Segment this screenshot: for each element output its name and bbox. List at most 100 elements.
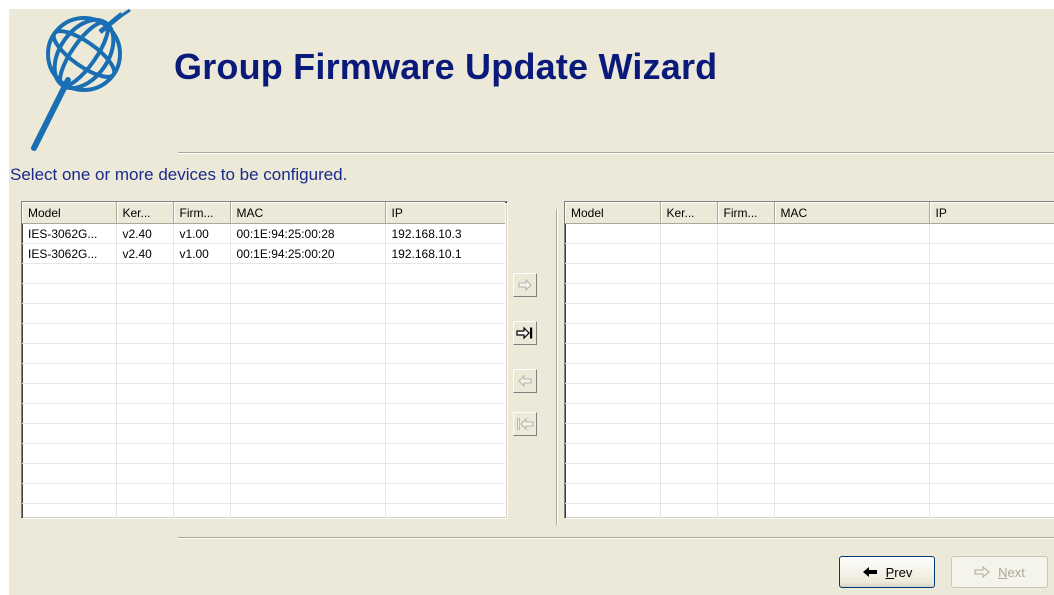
empty-cell <box>385 443 505 464</box>
empty-row <box>22 443 505 464</box>
cell-firmware: v1.00 <box>173 223 231 244</box>
empty-cell <box>774 303 930 324</box>
empty-cell <box>660 243 718 264</box>
empty-cell <box>22 443 117 464</box>
empty-cell <box>565 403 661 424</box>
empty-rows-left <box>22 263 505 518</box>
empty-cell <box>774 323 930 344</box>
empty-cell <box>565 243 661 264</box>
empty-cell <box>230 323 386 344</box>
empty-cell <box>230 503 386 518</box>
empty-cell <box>717 383 775 404</box>
empty-cell <box>230 443 386 464</box>
empty-cell <box>929 403 1054 424</box>
column-header-ip[interactable]: IP <box>385 202 505 224</box>
empty-cell <box>116 343 174 364</box>
arrow-right-icon <box>974 566 990 578</box>
empty-cell <box>660 303 718 324</box>
empty-row <box>22 463 505 484</box>
empty-row <box>565 323 1054 344</box>
empty-cell <box>565 423 661 444</box>
arrow-left-icon <box>518 374 532 388</box>
empty-cell <box>774 263 930 284</box>
empty-cell <box>929 423 1054 444</box>
empty-cell <box>929 263 1054 284</box>
empty-cell <box>173 403 231 424</box>
empty-cell <box>173 423 231 444</box>
empty-cell <box>22 423 117 444</box>
empty-cell <box>385 403 505 424</box>
empty-cell <box>22 363 117 384</box>
add-selected-button[interactable] <box>513 273 537 297</box>
empty-cell <box>774 223 930 244</box>
arrow-left-icon <box>862 567 877 577</box>
empty-cell <box>717 243 775 264</box>
available-devices-table: Model Ker... Firm... MAC IP IES-3062G...… <box>22 202 505 518</box>
empty-row <box>565 503 1054 518</box>
prev-button-label: Prev <box>885 564 913 580</box>
next-button[interactable]: Next <box>951 556 1048 588</box>
remove-selected-button[interactable] <box>513 369 537 393</box>
empty-cell <box>385 463 505 484</box>
arrow-right-icon <box>518 278 532 292</box>
empty-cell <box>717 423 775 444</box>
cell-kernel: v2.40 <box>116 243 174 264</box>
empty-row <box>565 223 1054 244</box>
column-header-firmware[interactable]: Firm... <box>717 202 775 224</box>
empty-cell <box>116 303 174 324</box>
empty-row <box>565 383 1054 404</box>
empty-cell <box>717 343 775 364</box>
empty-cell <box>173 323 231 344</box>
empty-cell <box>22 463 117 484</box>
empty-cell <box>717 463 775 484</box>
empty-cell <box>565 343 661 364</box>
cell-mac: 00:1E:94:25:00:20 <box>230 243 386 264</box>
empty-cell <box>230 303 386 324</box>
add-all-button[interactable] <box>513 321 537 345</box>
column-header-model[interactable]: Model <box>22 202 117 224</box>
empty-cell <box>22 483 117 504</box>
column-header-ip[interactable]: IP <box>929 202 1054 224</box>
column-header-model[interactable]: Model <box>565 202 661 224</box>
empty-cell <box>565 223 661 244</box>
empty-cell <box>929 223 1054 244</box>
empty-cell <box>385 343 505 364</box>
header-row: Model Ker... Firm... MAC IP <box>22 202 505 224</box>
prev-button[interactable]: Prev <box>839 556 935 588</box>
empty-cell <box>385 483 505 504</box>
available-devices-list[interactable]: Model Ker... Firm... MAC IP IES-3062G...… <box>21 201 508 519</box>
bar-arrow-left-icon <box>517 417 534 431</box>
remove-all-button[interactable] <box>513 412 537 436</box>
empty-cell <box>929 383 1054 404</box>
header-divider <box>178 152 1054 154</box>
empty-cell <box>22 343 117 364</box>
table-row[interactable]: IES-3062G... v2.40 v1.00 00:1E:94:25:00:… <box>22 243 505 264</box>
empty-rows-right <box>565 223 1054 518</box>
column-header-kernel[interactable]: Ker... <box>116 202 174 224</box>
empty-cell <box>929 503 1054 518</box>
empty-cell <box>929 343 1054 364</box>
empty-cell <box>774 423 930 444</box>
cell-ip: 192.168.10.3 <box>385 223 505 244</box>
selected-devices-list[interactable]: Model Ker... Firm... MAC IP <box>564 201 1054 519</box>
empty-cell <box>173 503 231 518</box>
empty-cell <box>116 483 174 504</box>
column-header-kernel[interactable]: Ker... <box>660 202 718 224</box>
empty-cell <box>774 283 930 304</box>
cell-kernel: v2.40 <box>116 223 174 244</box>
empty-cell <box>230 463 386 484</box>
empty-row <box>22 423 505 444</box>
column-header-mac[interactable]: MAC <box>774 202 930 224</box>
empty-row <box>565 443 1054 464</box>
empty-cell <box>660 423 718 444</box>
column-header-firmware[interactable]: Firm... <box>173 202 231 224</box>
empty-cell <box>116 423 174 444</box>
empty-cell <box>660 363 718 384</box>
column-header-mac[interactable]: MAC <box>230 202 386 224</box>
empty-cell <box>929 243 1054 264</box>
empty-cell <box>565 303 661 324</box>
empty-cell <box>385 283 505 304</box>
empty-cell <box>565 323 661 344</box>
table-row[interactable]: IES-3062G... v2.40 v1.00 00:1E:94:25:00:… <box>22 223 505 244</box>
wizard-logo-icon <box>31 8 131 151</box>
